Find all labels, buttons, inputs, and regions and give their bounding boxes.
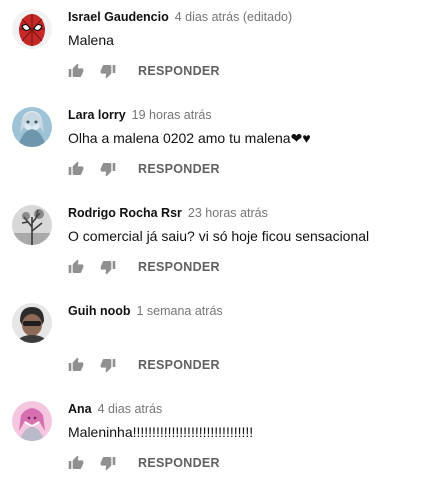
avatar[interactable] bbox=[12, 401, 52, 441]
comment-text: Maleninha!!!!!!!!!!!!!!!!!!!!!!!!!!!!!!! bbox=[68, 424, 254, 440]
reply-button[interactable]: RESPONDER bbox=[138, 358, 220, 372]
avatar[interactable] bbox=[12, 107, 52, 147]
comment-meta: Guih noob 1 semana atrás bbox=[68, 304, 223, 318]
reply-button[interactable]: RESPONDER bbox=[138, 260, 220, 274]
comment-text: Malena bbox=[68, 32, 114, 48]
comment-time[interactable]: 23 horas atrás bbox=[188, 206, 268, 220]
comment-time[interactable]: 4 dias atrás bbox=[98, 402, 163, 416]
thumbs-up-icon[interactable] bbox=[68, 357, 84, 373]
spiderman-mask-icon bbox=[12, 9, 52, 49]
comment-time[interactable]: 19 horas atrás bbox=[132, 108, 212, 122]
comment-item: Guih noob 1 semana atrás RESPONDER bbox=[0, 294, 428, 392]
author-name[interactable]: Lara lorry bbox=[68, 108, 126, 122]
thumbs-down-icon[interactable] bbox=[100, 357, 116, 373]
author-name[interactable]: Rodrigo Rocha Rsr bbox=[68, 206, 182, 220]
reply-button[interactable]: RESPONDER bbox=[138, 456, 220, 470]
anime-character-icon bbox=[12, 107, 52, 147]
comment-meta: Rodrigo Rocha Rsr 23 horas atrás bbox=[68, 206, 268, 220]
author-name[interactable]: Guih noob bbox=[68, 304, 130, 318]
thumbs-up-icon[interactable] bbox=[68, 63, 84, 79]
thumbs-down-icon[interactable] bbox=[100, 63, 116, 79]
avatar[interactable] bbox=[12, 303, 52, 343]
comment-meta: Israel Gaudencio 4 dias atrás (editado) bbox=[68, 10, 292, 24]
comment-actions: RESPONDER bbox=[68, 356, 220, 374]
comment-meta: Ana 4 dias atrás bbox=[68, 402, 162, 416]
person-photo-icon bbox=[12, 303, 52, 343]
author-name[interactable]: Israel Gaudencio bbox=[68, 10, 169, 24]
tree-silhouette-icon bbox=[12, 205, 52, 245]
comment-item: Israel Gaudencio 4 dias atrás (editado) M… bbox=[0, 0, 428, 98]
author-name[interactable]: Ana bbox=[68, 402, 92, 416]
thumbs-up-icon[interactable] bbox=[68, 259, 84, 275]
thumbs-up-icon[interactable] bbox=[68, 161, 84, 177]
comment-item: Lara lorry 19 horas atrás Olha a malena 0… bbox=[0, 98, 428, 196]
comment-text: O comercial já saiu? vi só hoje ficou se… bbox=[68, 228, 370, 244]
comment-time[interactable]: 1 semana atrás bbox=[136, 304, 222, 318]
reply-button[interactable]: RESPONDER bbox=[138, 162, 220, 176]
thumbs-up-icon[interactable] bbox=[68, 455, 84, 471]
reply-button[interactable]: RESPONDER bbox=[138, 64, 220, 78]
comment-actions: RESPONDER bbox=[68, 160, 220, 178]
comment-actions: RESPONDER bbox=[68, 258, 220, 276]
comment-actions: RESPONDER bbox=[68, 62, 220, 80]
comment-text: Olha a malena 0202 amo tu malena❤♥ bbox=[68, 130, 311, 146]
avatar[interactable] bbox=[12, 9, 52, 49]
pink-character-icon bbox=[12, 401, 52, 441]
thumbs-down-icon[interactable] bbox=[100, 259, 116, 275]
comment-item: Rodrigo Rocha Rsr 23 horas atrás O comerc… bbox=[0, 196, 428, 294]
comment-meta: Lara lorry 19 horas atrás bbox=[68, 108, 212, 122]
avatar[interactable] bbox=[12, 205, 52, 245]
comment-actions: RESPONDER bbox=[68, 454, 220, 472]
thumbs-down-icon[interactable] bbox=[100, 455, 116, 471]
thumbs-down-icon[interactable] bbox=[100, 161, 116, 177]
comment-time[interactable]: 4 dias atrás (editado) bbox=[175, 10, 292, 24]
comment-item: Ana 4 dias atrás Maleninha!!!!!!!!!!!!!!!… bbox=[0, 392, 428, 490]
